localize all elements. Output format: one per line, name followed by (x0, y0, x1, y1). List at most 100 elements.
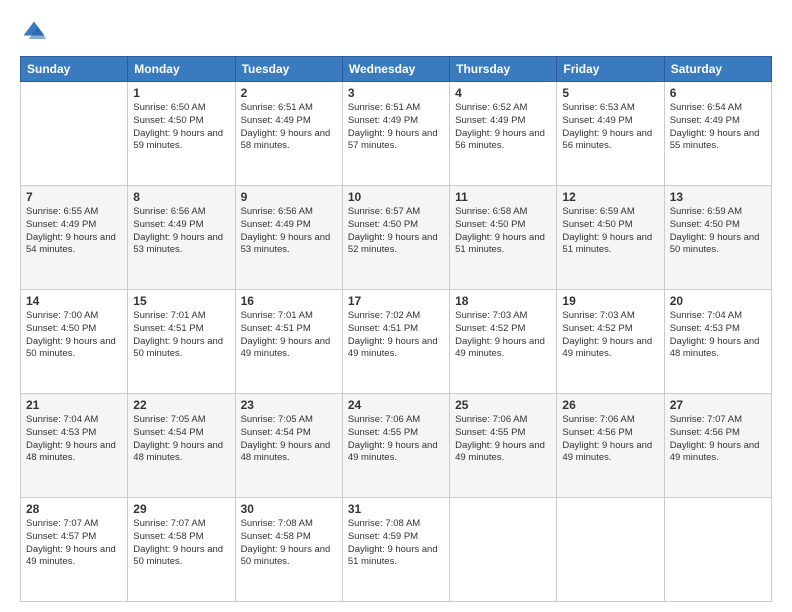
header (20, 18, 772, 46)
day-cell: 11 Sunrise: 6:58 AMSunset: 4:50 PMDayligh… (450, 186, 557, 290)
day-number: 7 (26, 190, 122, 204)
day-info: Sunrise: 6:55 AMSunset: 4:49 PMDaylight:… (26, 206, 122, 257)
day-cell: 9Sunrise: 6:56 AMSunset: 4:49 PMDaylight… (235, 186, 342, 290)
day-cell: 16 Sunrise: 7:01 AMSunset: 4:51 PMDayligh… (235, 290, 342, 394)
day-number: 29 (133, 502, 229, 516)
day-info: Sunrise: 7:06 AMSunset: 4:55 PMDaylight:… (455, 414, 551, 465)
day-cell: 14 Sunrise: 7:00 AMSunset: 4:50 PMDayligh… (21, 290, 128, 394)
day-number: 25 (455, 398, 551, 412)
logo (20, 18, 52, 46)
day-cell: 15 Sunrise: 7:01 AMSunset: 4:51 PMDayligh… (128, 290, 235, 394)
page: SundayMondayTuesdayWednesdayThursdayFrid… (0, 0, 792, 612)
day-cell: 30 Sunrise: 7:08 AMSunset: 4:58 PMDayligh… (235, 498, 342, 602)
day-cell: 10Sunrise: 6:57 AMSunset: 4:50 PMDayligh… (342, 186, 449, 290)
day-cell: 4 Sunrise: 6:52 AMSunset: 4:49 PMDaylight… (450, 82, 557, 186)
calendar-table: SundayMondayTuesdayWednesdayThursdayFrid… (20, 56, 772, 602)
day-cell (21, 82, 128, 186)
week-row-2: 7 Sunrise: 6:55 AMSunset: 4:49 PMDaylight… (21, 186, 772, 290)
day-cell: 24 Sunrise: 7:06 AMSunset: 4:55 PMDayligh… (342, 394, 449, 498)
day-number: 31 (348, 502, 444, 516)
day-number: 26 (562, 398, 658, 412)
day-number: 27 (670, 398, 766, 412)
day-number: 18 (455, 294, 551, 308)
day-info: Sunrise: 6:52 AMSunset: 4:49 PMDaylight:… (455, 102, 551, 153)
week-row-5: 28Sunrise: 7:07 AMSunset: 4:57 PMDayligh… (21, 498, 772, 602)
day-number: 21 (26, 398, 122, 412)
day-info: Sunrise: 7:03 AMSunset: 4:52 PMDaylight:… (455, 310, 551, 361)
day-cell (450, 498, 557, 602)
day-info: Sunrise: 7:05 AMSunset: 4:54 PMDaylight:… (133, 414, 229, 465)
day-info: Sunrise: 6:53 AMSunset: 4:49 PMDaylight:… (562, 102, 658, 153)
week-row-3: 14 Sunrise: 7:00 AMSunset: 4:50 PMDayligh… (21, 290, 772, 394)
day-info: Sunrise: 7:02 AMSunset: 4:51 PMDaylight:… (348, 310, 444, 361)
day-info: Sunrise: 7:08 AMSunset: 4:58 PMDaylight:… (241, 518, 337, 569)
day-cell: 13Sunrise: 6:59 AMSunset: 4:50 PMDayligh… (664, 186, 771, 290)
day-number: 4 (455, 86, 551, 100)
day-cell: 6 Sunrise: 6:54 AMSunset: 4:49 PMDaylight… (664, 82, 771, 186)
day-info: Sunrise: 7:01 AMSunset: 4:51 PMDaylight:… (133, 310, 229, 361)
day-cell: 21 Sunrise: 7:04 AMSunset: 4:53 PMDayligh… (21, 394, 128, 498)
weekday-header-saturday: Saturday (664, 57, 771, 82)
day-info: Sunrise: 6:54 AMSunset: 4:49 PMDaylight:… (670, 102, 766, 153)
day-cell: 23 Sunrise: 7:05 AMSunset: 4:54 PMDayligh… (235, 394, 342, 498)
day-number: 5 (562, 86, 658, 100)
day-number: 15 (133, 294, 229, 308)
weekday-header-monday: Monday (128, 57, 235, 82)
day-cell: 1 Sunrise: 6:50 AMSunset: 4:50 PMDaylight… (128, 82, 235, 186)
day-number: 1 (133, 86, 229, 100)
day-cell: 12 Sunrise: 6:59 AMSunset: 4:50 PMDayligh… (557, 186, 664, 290)
day-number: 24 (348, 398, 444, 412)
day-info: Sunrise: 7:04 AMSunset: 4:53 PMDaylight:… (26, 414, 122, 465)
day-number: 13 (670, 190, 766, 204)
day-info: Sunrise: 7:04 AMSunset: 4:53 PMDaylight:… (670, 310, 766, 361)
day-info: Sunrise: 7:06 AMSunset: 4:55 PMDaylight:… (348, 414, 444, 465)
day-info: Sunrise: 7:06 AMSunset: 4:56 PMDaylight:… (562, 414, 658, 465)
weekday-header-thursday: Thursday (450, 57, 557, 82)
day-cell (557, 498, 664, 602)
day-number: 11 (455, 190, 551, 204)
day-number: 23 (241, 398, 337, 412)
day-cell: 19Sunrise: 7:03 AMSunset: 4:52 PMDayligh… (557, 290, 664, 394)
day-cell: 8 Sunrise: 6:56 AMSunset: 4:49 PMDaylight… (128, 186, 235, 290)
day-cell: 5 Sunrise: 6:53 AMSunset: 4:49 PMDaylight… (557, 82, 664, 186)
day-number: 14 (26, 294, 122, 308)
day-info: Sunrise: 7:00 AMSunset: 4:50 PMDaylight:… (26, 310, 122, 361)
day-cell: 29 Sunrise: 7:07 AMSunset: 4:58 PMDayligh… (128, 498, 235, 602)
day-cell: 26 Sunrise: 7:06 AMSunset: 4:56 PMDayligh… (557, 394, 664, 498)
weekday-header-wednesday: Wednesday (342, 57, 449, 82)
day-number: 30 (241, 502, 337, 516)
day-cell: 28Sunrise: 7:07 AMSunset: 4:57 PMDayligh… (21, 498, 128, 602)
day-number: 12 (562, 190, 658, 204)
day-info: Sunrise: 7:01 AMSunset: 4:51 PMDaylight:… (241, 310, 337, 361)
day-cell: 7 Sunrise: 6:55 AMSunset: 4:49 PMDaylight… (21, 186, 128, 290)
day-cell: 27 Sunrise: 7:07 AMSunset: 4:56 PMDayligh… (664, 394, 771, 498)
day-cell: 25 Sunrise: 7:06 AMSunset: 4:55 PMDayligh… (450, 394, 557, 498)
day-cell: 22Sunrise: 7:05 AMSunset: 4:54 PMDayligh… (128, 394, 235, 498)
day-cell: 3 Sunrise: 6:51 AMSunset: 4:49 PMDaylight… (342, 82, 449, 186)
day-info: Sunrise: 6:59 AMSunset: 4:50 PMDaylight:… (562, 206, 658, 257)
day-info: Sunrise: 6:51 AMSunset: 4:49 PMDaylight:… (348, 102, 444, 153)
day-number: 6 (670, 86, 766, 100)
day-info: Sunrise: 6:58 AMSunset: 4:50 PMDaylight:… (455, 206, 551, 257)
week-row-4: 21 Sunrise: 7:04 AMSunset: 4:53 PMDayligh… (21, 394, 772, 498)
day-number: 16 (241, 294, 337, 308)
day-cell: 20Sunrise: 7:04 AMSunset: 4:53 PMDayligh… (664, 290, 771, 394)
day-number: 28 (26, 502, 122, 516)
week-row-1: 1 Sunrise: 6:50 AMSunset: 4:50 PMDaylight… (21, 82, 772, 186)
day-info: Sunrise: 6:50 AMSunset: 4:50 PMDaylight:… (133, 102, 229, 153)
day-number: 2 (241, 86, 337, 100)
day-info: Sunrise: 7:03 AMSunset: 4:52 PMDaylight:… (562, 310, 658, 361)
day-cell: 17Sunrise: 7:02 AMSunset: 4:51 PMDayligh… (342, 290, 449, 394)
day-number: 3 (348, 86, 444, 100)
weekday-header-friday: Friday (557, 57, 664, 82)
day-cell (664, 498, 771, 602)
day-info: Sunrise: 6:57 AMSunset: 4:50 PMDaylight:… (348, 206, 444, 257)
day-info: Sunrise: 7:07 AMSunset: 4:56 PMDaylight:… (670, 414, 766, 465)
weekday-header-row: SundayMondayTuesdayWednesdayThursdayFrid… (21, 57, 772, 82)
day-number: 9 (241, 190, 337, 204)
day-number: 8 (133, 190, 229, 204)
day-info: Sunrise: 7:05 AMSunset: 4:54 PMDaylight:… (241, 414, 337, 465)
weekday-header-sunday: Sunday (21, 57, 128, 82)
day-info: Sunrise: 6:56 AMSunset: 4:49 PMDaylight:… (133, 206, 229, 257)
day-info: Sunrise: 7:07 AMSunset: 4:58 PMDaylight:… (133, 518, 229, 569)
